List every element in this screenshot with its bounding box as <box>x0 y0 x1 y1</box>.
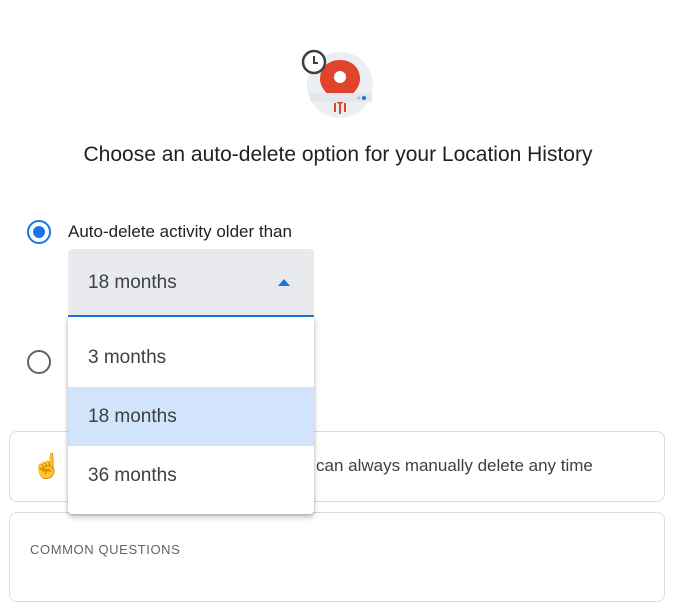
auto-delete-radio[interactable] <box>27 220 51 244</box>
option-36-months[interactable]: 36 months <box>68 446 314 505</box>
option-18-months[interactable]: 18 months <box>68 387 314 446</box>
duration-dropdown-menu: 3 months 18 months 36 months <box>68 317 314 514</box>
duration-select-value: 18 months <box>88 272 177 293</box>
common-questions-header: COMMON QUESTIONS <box>30 542 181 557</box>
page-title: Choose an auto-delete option for your Lo… <box>83 143 593 166</box>
duration-select[interactable]: 18 months <box>68 249 314 317</box>
hand-touch-icon: ☝ <box>32 453 62 480</box>
common-questions-card: COMMON QUESTIONS <box>9 512 665 602</box>
auto-delete-label: Auto-delete activity older than <box>68 222 292 241</box>
location-history-logo-icon <box>300 48 380 122</box>
dont-auto-delete-radio[interactable] <box>27 350 51 374</box>
info-text: can always manually delete any time <box>316 456 593 475</box>
caret-up-icon <box>278 279 290 286</box>
option-3-months[interactable]: 3 months <box>68 328 314 387</box>
